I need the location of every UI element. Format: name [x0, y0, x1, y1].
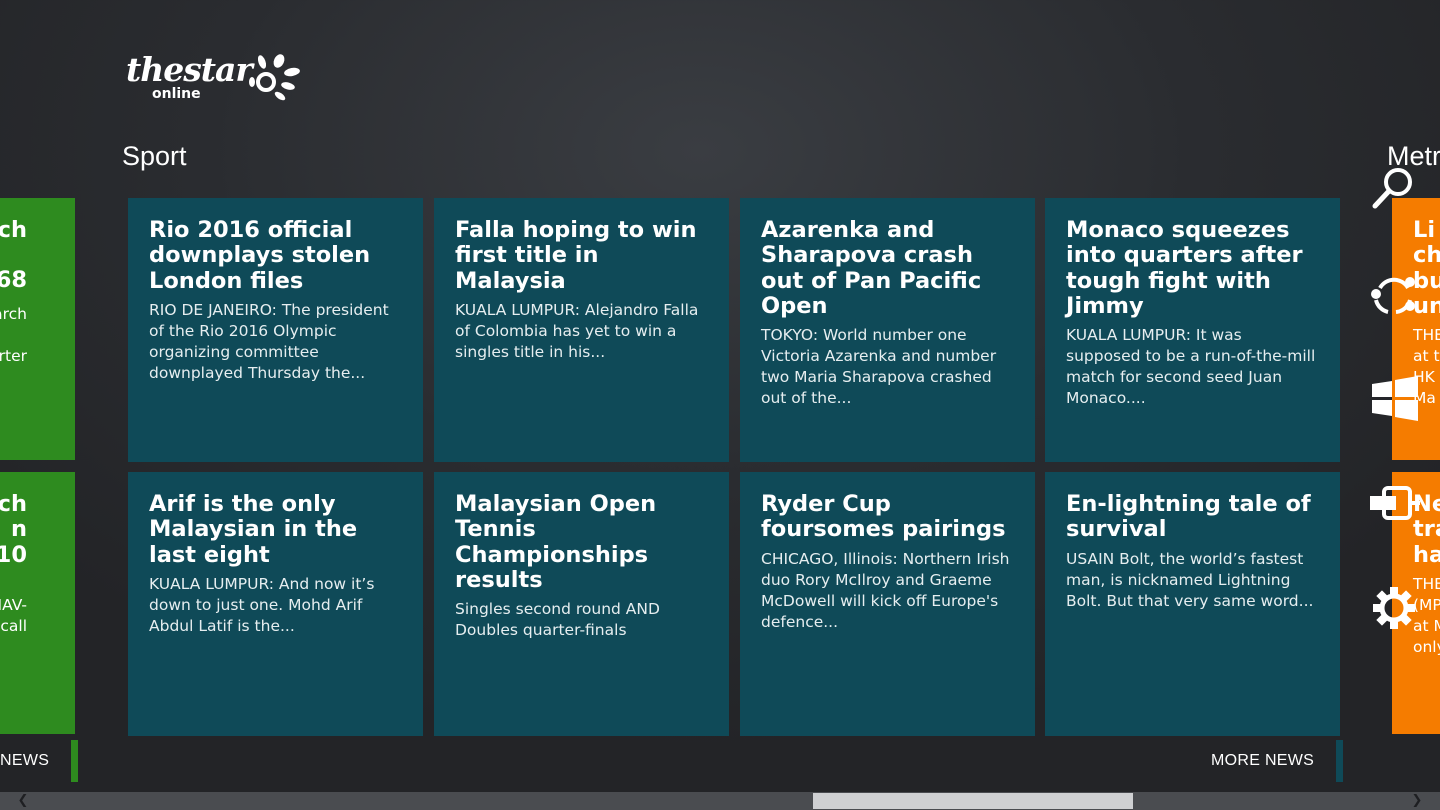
scroll-right-arrow-icon[interactable]: ❯: [1408, 792, 1426, 810]
tile-summary: THE: [1413, 326, 1440, 345]
tile-summary: Singles second round AND Doubles quarter…: [455, 600, 660, 640]
settings-icon[interactable]: [1366, 580, 1422, 636]
tile-summary: arch: [0, 304, 27, 323]
news-tile[interactable]: Arif is the only Malaysian in the last e…: [128, 472, 423, 736]
news-tile[interactable]: Ryder Cup foursomes pairings CHICAGO, Il…: [740, 472, 1035, 736]
logo-wordmark: thestar: [126, 50, 253, 89]
tile-summary: KUALA LUMPUR: It was supposed to be a ru…: [1066, 326, 1316, 408]
tile-title: rch: [0, 491, 27, 517]
tile-summary: KUALA LUMPUR: Alejandro Falla of Colombi…: [455, 300, 699, 361]
news-tile-partial-left[interactable]: rch n 4.10 NAV- Y call: [0, 472, 75, 734]
tile-title: 68: [0, 267, 27, 294]
more-news-accent-bar: [71, 740, 79, 782]
tile-summary: KUALA LUMPUR: And now it’s down to just …: [149, 574, 375, 635]
tile-summary: at t: [1413, 347, 1440, 366]
news-tile[interactable]: Falla hoping to win first title in Malay…: [434, 198, 729, 462]
tile-title: Rio 2016 official downplays stolen Londo…: [149, 217, 371, 294]
tile-summary: uarter: [0, 346, 27, 365]
more-news-label: NEWS: [0, 752, 50, 769]
section-title-sport[interactable]: Sport: [122, 139, 187, 173]
tile-title: ch: [0, 217, 27, 243]
tile-title: Ryder Cup foursomes pairings: [761, 491, 1006, 543]
news-tile[interactable]: Monaco squeezes into quarters after toug…: [1045, 198, 1340, 462]
news-tile[interactable]: En-lightning tale of survival USAIN Bolt…: [1045, 472, 1340, 736]
tile-title: Arif is the only Malaysian in the last e…: [149, 491, 358, 568]
start-icon[interactable]: [1366, 370, 1422, 426]
app-logo: thestar online: [126, 50, 306, 106]
tile-title: Monaco squeezes into quarters after toug…: [1066, 217, 1303, 319]
devices-icon[interactable]: [1366, 476, 1422, 532]
tile-title: ha: [1413, 541, 1440, 568]
more-news-link-sport[interactable]: MORE NEWS: [1211, 740, 1344, 782]
logo-subtext: online: [152, 86, 201, 102]
tile-title: n: [10, 516, 27, 543]
tile-title: Falla hoping to win first title in Malay…: [455, 217, 697, 294]
tile-title: 4.10: [0, 541, 27, 568]
logo-flower-icon: [249, 54, 300, 101]
tile-summary: RIO DE JANEIRO: The president of the Rio…: [149, 300, 389, 382]
tile-summary: CHICAGO, Illinois: Northern Irish duo Ro…: [761, 549, 1010, 631]
scroll-left-arrow-icon[interactable]: ❮: [14, 792, 32, 810]
share-icon[interactable]: [1366, 266, 1422, 322]
tile-summary: NAV-: [0, 595, 27, 614]
tile-summary: Y call: [0, 616, 27, 635]
tile-title: ch: [1413, 242, 1440, 269]
tile-title: Li: [1413, 217, 1436, 243]
tile-title: En-lightning tale of survival: [1066, 491, 1311, 543]
scrollbar-thumb[interactable]: [813, 793, 1133, 809]
tile-title: Azarenka and Sharapova crash out of Pan …: [761, 217, 982, 319]
more-news-label: MORE NEWS: [1211, 752, 1315, 769]
horizontal-scrollbar[interactable]: ❮ ❯: [0, 792, 1440, 810]
more-news-accent-bar: [1336, 740, 1344, 782]
news-tile[interactable]: Rio 2016 official downplays stolen Londo…: [128, 198, 423, 462]
tile-summary: TOKYO: World number one Victoria Azarenk…: [761, 326, 997, 408]
news-tile[interactable]: Azarenka and Sharapova crash out of Pan …: [740, 198, 1035, 462]
news-tile-partial-left[interactable]: ch 68 arch uarter: [0, 198, 75, 460]
tile-title: Malaysian Open Tennis Championships resu…: [455, 491, 657, 593]
tile-summary: only: [1413, 637, 1440, 656]
more-news-link-left[interactable]: NEWS: [0, 740, 79, 782]
news-tile[interactable]: Malaysian Open Tennis Championships resu…: [434, 472, 729, 736]
search-icon[interactable]: [1366, 160, 1422, 216]
tile-summary: USAIN Bolt, the world’s fastest man, is …: [1066, 549, 1314, 610]
